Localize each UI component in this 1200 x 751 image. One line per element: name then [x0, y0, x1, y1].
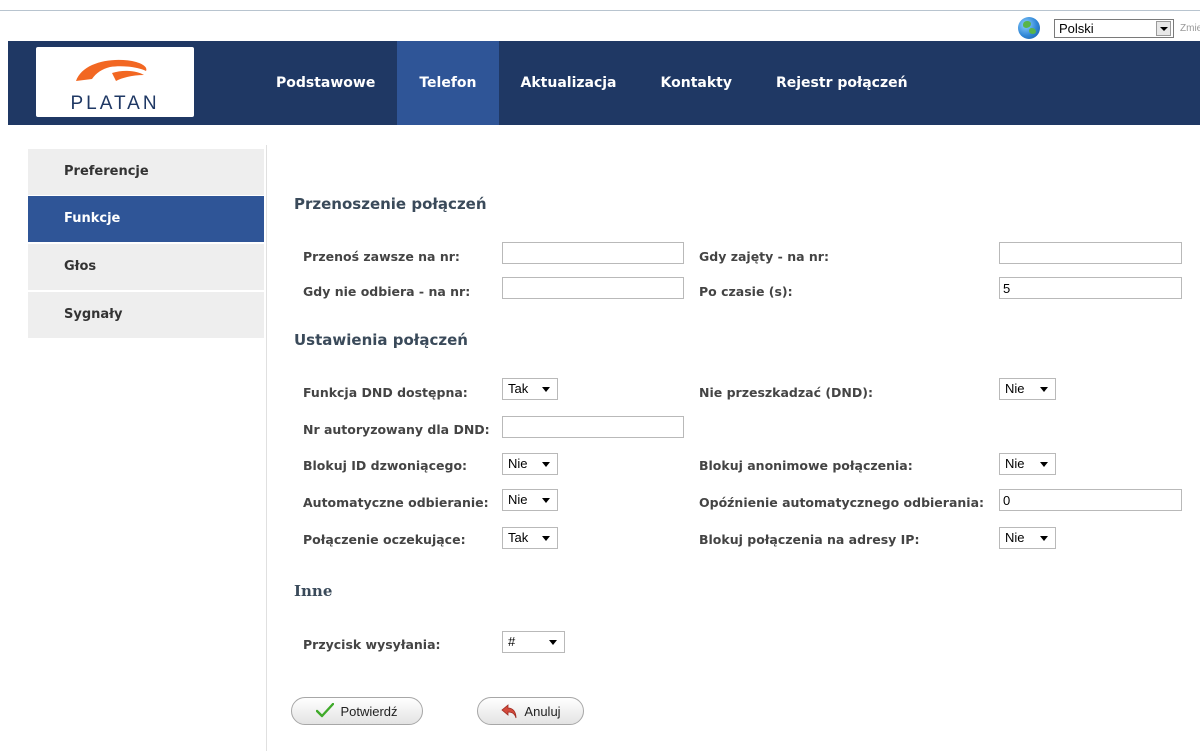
forward-always-label: Przenoś zawsze na nr: — [303, 249, 460, 264]
dnd-authorized-input[interactable] — [502, 416, 684, 438]
chevron-down-icon[interactable] — [1156, 21, 1171, 36]
platan-logo: PLATAN — [36, 47, 194, 117]
cancel-button-label: Anuluj — [524, 703, 561, 719]
tab-rejestr-polaczen[interactable]: Rejestr połączeń — [754, 41, 930, 125]
dnd-available-label: Funkcja DND dostępna: — [303, 385, 468, 400]
forward-always-input[interactable] — [502, 242, 684, 264]
confirm-button[interactable]: Potwierdź — [291, 697, 423, 725]
change-language-link[interactable]: Zmień — [1180, 23, 1200, 34]
block-anonymous-label: Blokuj anonimowe połączenia: — [699, 458, 913, 473]
call-waiting-select[interactable]: Tak — [502, 527, 558, 549]
dnd-available-select[interactable]: Tak — [502, 378, 558, 400]
undo-arrow-icon — [501, 704, 517, 719]
section-title-call-settings: Ustawienia połączeń — [294, 331, 468, 349]
sidebar-item-funkcje[interactable]: Funkcje — [28, 196, 264, 242]
main-nav: Podstawowe Telefon Aktualizacja Kontakty… — [254, 41, 930, 125]
dnd-label: Nie przeszkadzać (DND): — [699, 385, 873, 400]
sidebar-divider — [266, 145, 267, 751]
checkmark-icon — [316, 703, 335, 718]
header-bar: PLATAN Podstawowe Telefon Aktualizacja K… — [8, 41, 1200, 125]
confirm-button-label: Potwierdź — [340, 703, 398, 719]
send-key-label: Przycisk wysyłania: — [303, 637, 441, 652]
section-title-forwarding: Przenoszenie połączeń — [294, 195, 487, 213]
dnd-select[interactable]: Nie — [999, 378, 1056, 400]
logo-wordmark: PLATAN — [70, 93, 160, 114]
forward-timeout-input[interactable] — [999, 277, 1182, 299]
section-title-other: Inne — [294, 582, 333, 600]
content-area: Preferencje Funkcje Głos Sygnały Przenos… — [28, 145, 1200, 751]
globe-icon — [1018, 17, 1040, 39]
block-callerid-select[interactable]: Nie — [502, 453, 558, 475]
cancel-button[interactable]: Anuluj — [477, 697, 584, 725]
forward-busy-input[interactable] — [999, 242, 1182, 264]
forward-busy-label: Gdy zajęty - na nr: — [699, 249, 829, 264]
language-select-value: Polski — [1059, 21, 1094, 36]
dnd-authorized-label: Nr autoryzowany dla DND: — [303, 422, 490, 437]
logo-swoosh-icon — [76, 59, 147, 81]
send-key-select[interactable]: # — [502, 631, 565, 653]
block-callerid-label: Blokuj ID dzwoniącego: — [303, 458, 468, 473]
block-ip-label: Blokuj połączenia na adresy IP: — [699, 532, 920, 547]
tab-kontakty[interactable]: Kontakty — [639, 41, 754, 125]
tab-telefon[interactable]: Telefon — [397, 41, 499, 125]
tab-podstawowe[interactable]: Podstawowe — [254, 41, 397, 125]
language-select[interactable]: Polski — [1054, 19, 1174, 38]
sidebar-item-sygnaly[interactable]: Sygnały — [28, 292, 264, 338]
auto-answer-delay-label: Opóźnienie automatycznego odbierania: — [699, 495, 985, 510]
top-divider — [0, 10, 1200, 11]
tab-aktualizacja[interactable]: Aktualizacja — [499, 41, 639, 125]
sidebar-item-glos[interactable]: Głos — [28, 244, 264, 290]
top-strip: Polski Zmień — [0, 0, 1200, 40]
sidebar-item-preferencje[interactable]: Preferencje — [28, 149, 264, 195]
call-waiting-label: Połączenie oczekujące: — [303, 532, 466, 547]
auto-answer-select[interactable]: Nie — [502, 489, 558, 511]
forward-noanswer-label: Gdy nie odbiera - na nr: — [303, 284, 471, 299]
block-anonymous-select[interactable]: Nie — [999, 453, 1056, 475]
forward-noanswer-input[interactable] — [502, 277, 684, 299]
auto-answer-delay-input[interactable] — [999, 489, 1182, 511]
block-ip-select[interactable]: Nie — [999, 527, 1056, 549]
forward-timeout-label: Po czasie (s): — [699, 284, 793, 299]
auto-answer-label: Automatyczne odbieranie: — [303, 495, 489, 510]
sidebar: Preferencje Funkcje Głos Sygnały — [28, 145, 264, 751]
